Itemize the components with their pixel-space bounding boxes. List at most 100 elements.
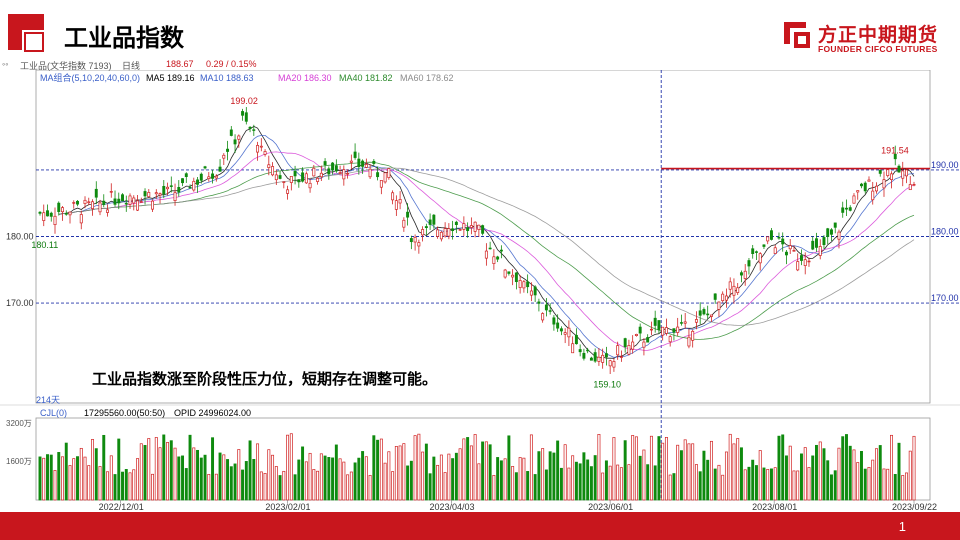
candle-body <box>796 261 800 271</box>
candle-body <box>274 174 278 181</box>
volume-tick-low: 1600万 <box>6 457 32 466</box>
volume-bar <box>102 434 106 501</box>
candle-body <box>297 179 301 183</box>
volume-bar <box>781 434 785 501</box>
candle-body <box>481 225 485 234</box>
volume-bar <box>196 449 200 501</box>
candle-body <box>286 189 290 194</box>
candle-body <box>706 313 710 316</box>
candle-body <box>402 219 406 228</box>
candle-body <box>852 195 856 204</box>
xtick-2023/06/01: 2023/06/01 <box>588 502 633 512</box>
volume-bar <box>694 464 698 501</box>
candle-body <box>867 179 871 182</box>
volume-bar <box>541 448 545 501</box>
volume-bar <box>488 444 492 501</box>
candle-body <box>203 166 207 169</box>
ma-group-legend[interactable]: MA组合(5,10,20,40,60,0) <box>40 72 140 83</box>
volume-bar <box>248 440 252 501</box>
candle-body <box>432 214 436 225</box>
logo-chinese-name: 方正中期期货 <box>818 24 939 46</box>
candle-body <box>409 238 413 243</box>
volume-tick-high: 3200万 <box>6 419 32 428</box>
volume-bar <box>184 468 188 501</box>
volume-bar <box>267 449 271 501</box>
volume-bar <box>199 457 203 501</box>
xtick-2022/12/01: 2022/12/01 <box>99 502 144 512</box>
volume-bar <box>897 442 901 501</box>
ma20-legend: MA20 186.30 <box>278 73 332 83</box>
candle-body <box>447 228 451 237</box>
candle-body <box>574 334 578 345</box>
volume-bar <box>282 470 286 501</box>
volume-bar <box>837 447 841 501</box>
candle-body <box>319 172 323 178</box>
volume-bar <box>61 456 64 501</box>
volume-bar <box>368 474 372 501</box>
candle-body <box>672 328 676 333</box>
volume-bar <box>432 456 436 501</box>
volume-bar <box>484 441 488 501</box>
volume-bar <box>109 455 113 501</box>
ma5-line <box>58 125 915 359</box>
volume-bar <box>361 451 365 501</box>
volume-bar <box>754 465 758 501</box>
candle-body <box>511 274 515 278</box>
volume-bar <box>417 433 421 501</box>
volume-bar <box>604 460 608 501</box>
candle-body <box>379 180 383 188</box>
volume-bar <box>391 471 395 501</box>
candle-body <box>871 190 875 201</box>
volume-bar <box>263 473 267 501</box>
volume-bar <box>188 434 192 501</box>
volume-bar <box>758 450 762 501</box>
volume-bar <box>181 455 185 501</box>
price-label-191.54: 191.54 <box>881 146 909 156</box>
volume-bar <box>323 455 327 501</box>
candle-body <box>323 161 327 166</box>
volume-bar <box>571 455 575 501</box>
volume-bar <box>458 448 462 501</box>
volume-bar <box>379 438 383 501</box>
candle-body <box>837 231 841 240</box>
candle-body <box>537 301 541 304</box>
volume-bar <box>447 453 451 501</box>
chart-frame <box>0 70 960 501</box>
volume-bar <box>376 439 380 501</box>
candle-body <box>458 229 462 231</box>
candle-body <box>132 197 136 204</box>
volume-bar <box>743 469 747 501</box>
candle-body <box>912 184 916 186</box>
volume-bar <box>214 473 218 501</box>
candle-body <box>211 173 215 179</box>
candle-body <box>788 245 792 250</box>
candle-body <box>642 341 646 348</box>
candle-body <box>897 165 901 173</box>
volume-bar <box>856 462 860 501</box>
volume-bar <box>548 451 552 501</box>
candlestick-chart: 190.00 180.00 170.00 180.00 170.00 199.02 180… <box>0 70 960 512</box>
candle-body <box>226 148 230 152</box>
volume-bar <box>462 438 466 501</box>
candlesticks <box>38 107 916 375</box>
volume-bar <box>259 471 263 501</box>
candle-body <box>349 160 353 163</box>
candle-body <box>267 164 271 168</box>
volume-bar <box>826 460 830 501</box>
candle-body <box>473 221 477 232</box>
volume-bar <box>439 454 443 501</box>
volume-bar <box>848 445 852 501</box>
candle-body <box>331 162 335 171</box>
volume-bar <box>436 464 440 501</box>
candle-body <box>687 336 691 347</box>
volume-bar <box>233 463 237 501</box>
candle-body <box>856 190 860 193</box>
candle-body <box>694 319 698 323</box>
volume-bar <box>68 465 72 501</box>
candle-body <box>428 219 432 225</box>
candle-body <box>346 173 350 175</box>
candle-body <box>282 181 286 183</box>
candle-body <box>845 207 848 210</box>
volume-bar <box>589 466 593 501</box>
volume-bar <box>327 457 331 501</box>
